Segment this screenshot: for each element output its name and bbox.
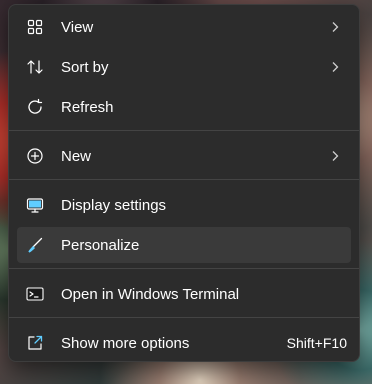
brush-icon	[25, 235, 45, 255]
menu-item-sort-by[interactable]: Sort by	[17, 49, 351, 85]
menu-item-show-more-options[interactable]: Show more options Shift+F10	[17, 325, 351, 361]
menu-item-personalize[interactable]: Personalize	[17, 227, 351, 263]
menu-item-new[interactable]: New	[17, 138, 351, 174]
menu-item-open-terminal[interactable]: Open in Windows Terminal	[17, 276, 351, 312]
menu-separator	[9, 179, 359, 180]
menu-item-view[interactable]: View	[17, 9, 351, 45]
plus-circle-icon	[25, 146, 45, 166]
chevron-right-icon	[329, 61, 341, 73]
terminal-icon	[25, 284, 45, 304]
sort-arrows-icon	[25, 57, 45, 77]
desktop-context-menu: View Sort by Refresh New Display setting…	[8, 4, 360, 362]
menu-item-label: View	[61, 18, 94, 36]
external-icon	[25, 333, 45, 353]
refresh-icon	[25, 97, 45, 117]
chevron-right-icon	[329, 150, 341, 162]
menu-item-refresh[interactable]: Refresh	[17, 89, 351, 125]
menu-item-label: Personalize	[61, 236, 140, 254]
menu-separator	[9, 317, 359, 318]
menu-separator	[9, 130, 359, 131]
menu-item-label: New	[61, 147, 92, 165]
menu-item-label: Open in Windows Terminal	[61, 285, 240, 303]
menu-separator	[9, 268, 359, 269]
keyboard-shortcut: Shift+F10	[286, 335, 347, 351]
menu-item-label: Sort by	[61, 58, 109, 76]
menu-item-label: Show more options	[61, 334, 190, 352]
menu-item-display-settings[interactable]: Display settings	[17, 187, 351, 223]
chevron-right-icon	[329, 21, 341, 33]
grid-icon	[25, 17, 45, 37]
menu-item-label: Refresh	[61, 98, 114, 116]
monitor-icon	[25, 195, 45, 215]
menu-item-label: Display settings	[61, 196, 167, 214]
